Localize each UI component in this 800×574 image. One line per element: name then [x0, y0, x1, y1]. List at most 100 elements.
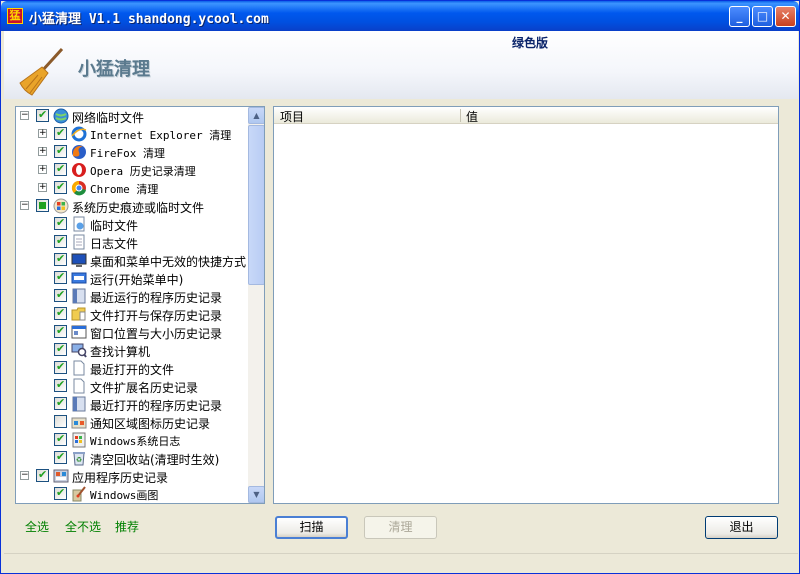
- tree-item-label: 文件打开与保存历史记录: [90, 309, 223, 323]
- list-header: 项目 值: [274, 107, 778, 124]
- column-header-value[interactable]: 值: [466, 108, 478, 125]
- tree-item-checkbox[interactable]: [54, 144, 67, 158]
- expand-icon[interactable]: +: [38, 183, 47, 192]
- folder-icon: [71, 307, 86, 321]
- tree-item[interactable]: + FireFox 清理: [16, 143, 250, 161]
- collapse-icon[interactable]: −: [20, 111, 29, 120]
- tree-item-checkbox[interactable]: [54, 450, 67, 464]
- tree-item-checkbox[interactable]: [54, 234, 67, 248]
- tree-item-checkbox[interactable]: [54, 342, 67, 356]
- tree-item[interactable]: − 网络临时文件: [16, 107, 250, 125]
- tree-item-checkbox[interactable]: [54, 486, 67, 500]
- tree-scrollbar[interactable]: ▲ ▼: [248, 107, 264, 503]
- recycle-bin-icon: ♻: [73, 452, 85, 466]
- tree-item[interactable]: 文件扩展名历史记录: [16, 377, 250, 395]
- tree-item[interactable]: 桌面和菜单中无效的快捷方式: [16, 251, 250, 269]
- tree-item-checkbox[interactable]: [36, 199, 49, 212]
- tree-item-checkbox[interactable]: [54, 415, 67, 428]
- tree-item[interactable]: 最近运行的程序历史记录: [16, 287, 250, 305]
- minimize-button[interactable]: _: [729, 6, 750, 27]
- tree-item[interactable]: 日志文件: [16, 233, 250, 251]
- tree-item[interactable]: Windows画图: [16, 485, 250, 503]
- tree-item[interactable]: 运行(开始菜单中): [16, 269, 250, 287]
- select-none-link[interactable]: 全不选: [65, 518, 101, 535]
- tree-item-label: 网络临时文件: [72, 111, 145, 125]
- windows-icon: [53, 198, 69, 214]
- event-log-icon: [72, 432, 86, 448]
- main-window: 猛 小猛清理 V1.1 shandong.ycool.com _ □ ✕ 小猛清…: [0, 0, 800, 574]
- tree-item-checkbox[interactable]: [36, 108, 49, 122]
- tree-item-label: 运行(开始菜单中): [90, 273, 184, 287]
- tree-item[interactable]: 临时文件: [16, 215, 250, 233]
- clean-button[interactable]: 清理: [364, 516, 437, 539]
- maximize-button[interactable]: □: [752, 6, 773, 27]
- tree-item-label: Windows系统日志: [90, 435, 181, 448]
- scroll-thumb[interactable]: [248, 125, 264, 285]
- close-button[interactable]: ✕: [775, 6, 796, 27]
- tree-item[interactable]: 通知区域图标历史记录: [16, 413, 250, 431]
- app-name: 小猛清理: [78, 59, 150, 80]
- tree-item-label: 桌面和菜单中无效的快捷方式: [90, 255, 247, 269]
- tree-item[interactable]: + Opera 历史记录清理: [16, 161, 250, 179]
- tree-item[interactable]: − 应用程序历史记录: [16, 467, 250, 485]
- applications-icon: [53, 469, 69, 483]
- tree-item-checkbox[interactable]: [54, 288, 67, 302]
- chrome-icon: [71, 180, 86, 196]
- tree-item-checkbox[interactable]: [54, 216, 67, 230]
- tree-item[interactable]: + Internet Explorer 清理: [16, 125, 250, 143]
- column-separator[interactable]: [460, 109, 461, 122]
- select-all-link[interactable]: 全选: [25, 518, 49, 535]
- tree-item-label: 最近打开的程序历史记录: [90, 399, 223, 413]
- tree-item-checkbox[interactable]: [54, 360, 67, 374]
- collapse-icon[interactable]: −: [20, 471, 29, 480]
- tree-item-checkbox[interactable]: [54, 378, 67, 392]
- window-icon: [71, 325, 87, 339]
- tree-item-label: FireFox 清理: [90, 147, 165, 160]
- tree-item-checkbox[interactable]: [54, 396, 67, 410]
- tree-item[interactable]: Windows系统日志: [16, 431, 250, 449]
- recommend-link[interactable]: 推荐: [115, 518, 139, 535]
- expand-icon[interactable]: +: [38, 129, 47, 138]
- tree-item[interactable]: 窗口位置与大小历史记录: [16, 323, 250, 341]
- results-list[interactable]: 项目 值: [273, 106, 779, 504]
- tree-item-label: 日志文件: [90, 237, 139, 251]
- log-file-icon: [73, 234, 85, 250]
- tree-item[interactable]: ♻ 清空回收站(清理时生效): [16, 449, 250, 467]
- title-bar[interactable]: 猛 小猛清理 V1.1 shandong.ycool.com _ □ ✕: [1, 1, 799, 31]
- tree-item-checkbox[interactable]: [36, 468, 49, 482]
- tree-item[interactable]: 查找计算机: [16, 341, 250, 359]
- tree-item-checkbox[interactable]: [54, 162, 67, 176]
- column-header-item[interactable]: 项目: [280, 108, 304, 125]
- document-icon: [73, 378, 85, 394]
- scroll-down-icon[interactable]: ▼: [248, 486, 264, 503]
- window-title: 小猛清理 V1.1 shandong.ycool.com: [29, 12, 269, 27]
- tree-item-label: 系统历史痕迹或临时文件: [72, 201, 205, 215]
- tree-item-label: 通知区域图标历史记录: [90, 417, 211, 431]
- tree-item[interactable]: 最近打开的程序历史记录: [16, 395, 250, 413]
- cleanup-tree[interactable]: −网络临时文件+Internet Explorer 清理+FireFox 清理+…: [15, 106, 265, 504]
- tree-item-checkbox[interactable]: [54, 180, 67, 194]
- collapse-icon[interactable]: −: [20, 201, 29, 210]
- scroll-up-icon[interactable]: ▲: [248, 107, 264, 124]
- exit-button[interactable]: 退出: [705, 516, 778, 539]
- scan-button[interactable]: 扫描: [275, 516, 348, 539]
- tree-item-checkbox[interactable]: [54, 270, 67, 284]
- tree-item-label: 清空回收站(清理时生效): [90, 453, 220, 467]
- tree-item[interactable]: + Chrome 清理: [16, 179, 250, 197]
- expand-icon[interactable]: +: [38, 147, 47, 156]
- tree-item-checkbox[interactable]: [54, 324, 67, 338]
- tree-item-label: 最近运行的程序历史记录: [90, 291, 223, 305]
- ie-icon: [71, 126, 87, 142]
- tree-item-checkbox[interactable]: [54, 126, 67, 140]
- tree-item-checkbox[interactable]: [54, 432, 67, 446]
- tree-item[interactable]: 最近打开的文件: [16, 359, 250, 377]
- tree-item[interactable]: − 系统历史痕迹或临时文件: [16, 197, 250, 215]
- tree-item[interactable]: 文件打开与保存历史记录: [16, 305, 250, 323]
- broom-icon: [19, 47, 64, 96]
- tree-item-label: 应用程序历史记录: [72, 471, 169, 485]
- expand-icon[interactable]: +: [38, 165, 47, 174]
- edition-label: 绿色版: [512, 36, 549, 50]
- tree-item-checkbox[interactable]: [54, 306, 67, 320]
- tree-item-checkbox[interactable]: [54, 252, 67, 266]
- tree-item-label: 窗口位置与大小历史记录: [90, 327, 223, 341]
